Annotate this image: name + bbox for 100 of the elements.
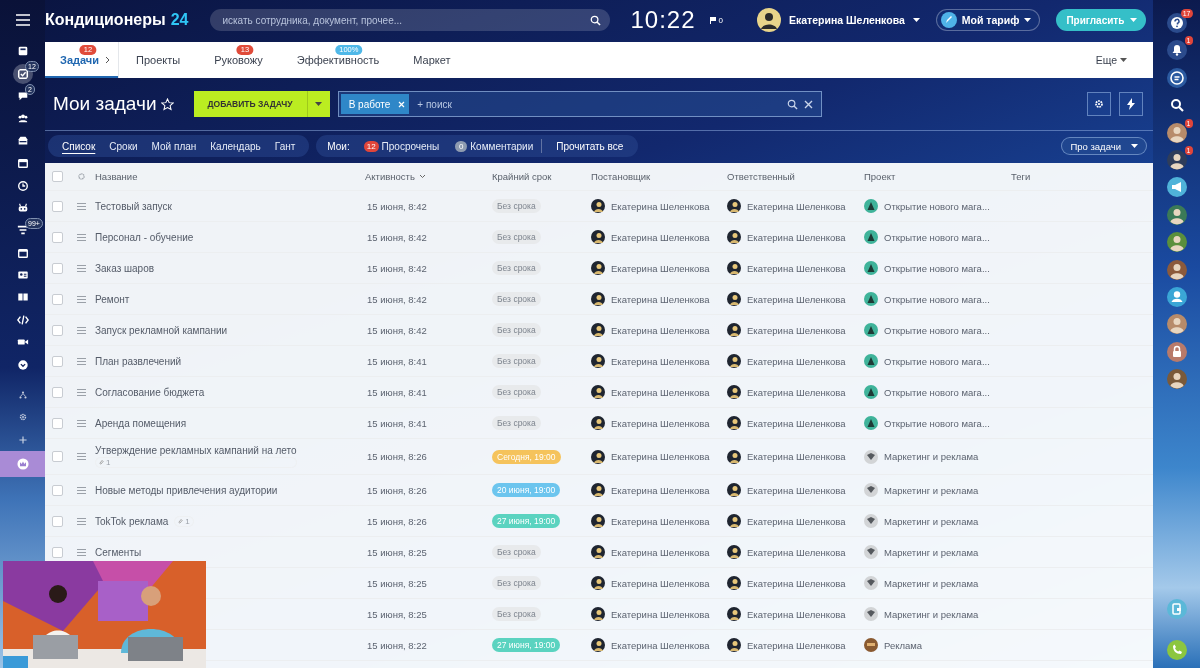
plus-icon[interactable]	[17, 434, 28, 445]
responsible-name[interactable]: Екатерина Шеленкова	[747, 546, 846, 558]
checkbox[interactable]	[52, 324, 63, 336]
task-title[interactable]: Сегменты	[95, 546, 142, 558]
add-task-button[interactable]: ДОБАВИТЬ ЗАДАЧУ	[193, 91, 330, 117]
task-title[interactable]: TokTok реклама	[95, 515, 169, 527]
counter-filter[interactable]: 0 Комментарии	[447, 135, 542, 157]
deadline-badge[interactable]: Без срока	[492, 607, 541, 621]
drag-handle-icon[interactable]	[77, 294, 86, 304]
project-name[interactable]: Маркетинг и реклама	[884, 484, 979, 496]
filter-icon[interactable]	[16, 224, 29, 237]
search-icon[interactable]	[786, 98, 798, 110]
responsible-name[interactable]: Екатерина Шеленкова	[747, 324, 846, 336]
creator-name[interactable]: Екатерина Шеленкова	[611, 324, 710, 336]
creator-name[interactable]: Екатерина Шеленкова	[611, 355, 710, 367]
avatar-icon[interactable]	[756, 8, 781, 32]
project-name[interactable]: Маркетинг и реклама	[884, 451, 979, 462]
checkbox[interactable]	[52, 293, 63, 305]
project-name[interactable]: Открытие нового мага...	[884, 231, 990, 243]
creator-name[interactable]: Екатерина Шеленкова	[611, 546, 710, 558]
responsible-name[interactable]: Екатерина Шеленкова	[747, 231, 846, 243]
checkbox[interactable]	[52, 355, 63, 367]
counter-filter[interactable]: 12 Просрочены	[355, 135, 448, 157]
task-title[interactable]: Запуск рекламной кампании	[95, 324, 228, 336]
task-title[interactable]: Персонал - обучение	[95, 231, 194, 243]
column-header[interactable]: Активность	[365, 171, 415, 182]
creator-name[interactable]: Екатерина Шеленкова	[611, 451, 710, 462]
project-name[interactable]: Открытие нового мага...	[884, 417, 990, 429]
drag-handle-icon[interactable]	[77, 201, 86, 211]
creator-name[interactable]: Екатерина Шеленкова	[611, 293, 710, 305]
project-name[interactable]: Открытие нового мага...	[884, 200, 990, 212]
task-title[interactable]: Заказ шаров	[95, 262, 155, 274]
column-header[interactable]: Проект	[864, 171, 896, 182]
responsible-name[interactable]: Екатерина Шеленкова	[747, 355, 846, 367]
task-title[interactable]: Аренда помещения	[95, 417, 187, 429]
creator-name[interactable]: Екатерина Шеленкова	[611, 608, 710, 620]
checkbox[interactable]	[52, 386, 63, 398]
creator-name[interactable]: Екатерина Шеленкова	[611, 386, 710, 398]
plan-button[interactable]: Мой тариф	[935, 9, 1041, 31]
creator-name[interactable]: Екатерина Шеленкова	[611, 262, 710, 274]
filter-field[interactable]: В работе + поиск	[337, 91, 822, 117]
view-tab[interactable]: Календарь	[203, 135, 268, 157]
creator-name[interactable]: Екатерина Шеленкова	[611, 231, 710, 243]
creator-name[interactable]: Екатерина Шеленкова	[611, 515, 710, 527]
checkbox[interactable]	[52, 231, 63, 243]
drag-handle-icon[interactable]	[77, 387, 86, 397]
project-name[interactable]: Маркетинг и реклама	[884, 577, 979, 589]
checkbox[interactable]	[52, 262, 63, 274]
drag-handle-icon[interactable]	[77, 232, 86, 242]
task-title[interactable]: Согласование бюджета	[95, 386, 205, 398]
deadline-badge[interactable]: Без срока	[492, 230, 541, 244]
creator-name[interactable]: Екатерина Шеленкова	[611, 417, 710, 429]
robot-icon[interactable]	[16, 201, 29, 214]
drag-handle-icon[interactable]	[77, 263, 86, 273]
deadline-badge[interactable]: Без срока	[492, 199, 541, 213]
drag-handle-icon[interactable]	[77, 356, 86, 366]
creator-name[interactable]: Екатерина Шеленкова	[611, 484, 710, 496]
portal-name[interactable]: Кондиционеры	[45, 11, 166, 29]
deadline-badge[interactable]: Без срока	[492, 416, 541, 430]
read-all-link[interactable]: Прочитать все	[541, 139, 632, 153]
view-tab[interactable]: Сроки	[102, 135, 145, 157]
responsible-name[interactable]: Екатерина Шеленкова	[747, 484, 846, 496]
checkbox[interactable]	[52, 515, 63, 527]
more-tab[interactable]: Еще	[1089, 42, 1133, 78]
responsible-name[interactable]: Екатерина Шеленкова	[747, 417, 846, 429]
deadline-badge[interactable]: Без срока	[492, 261, 541, 275]
clock[interactable]: 10:22	[630, 6, 696, 34]
responsible-name[interactable]: Екатерина Шеленкова	[747, 451, 846, 462]
project-name[interactable]: Открытие нового мага...	[884, 293, 990, 305]
drag-handle-icon[interactable]	[77, 418, 86, 428]
column-header[interactable]: Ответственный	[727, 171, 795, 182]
task-title[interactable]: Утверждение рекламных кампаний на лето	[95, 445, 297, 456]
creator-name[interactable]: Екатерина Шеленкова	[611, 639, 710, 651]
project-name[interactable]: Маркетинг и реклама	[884, 546, 979, 558]
checkbox[interactable]	[52, 451, 63, 462]
checkbox[interactable]	[52, 417, 63, 429]
responsible-name[interactable]: Екатерина Шеленкова	[747, 200, 846, 212]
responsible-name[interactable]: Екатерина Шеленкова	[747, 515, 846, 527]
star-icon[interactable]	[160, 97, 174, 111]
sort-icon[interactable]	[418, 174, 426, 179]
project-name[interactable]: Маркетинг и реклама	[884, 608, 979, 620]
deadline-badge[interactable]: Без срока	[492, 545, 541, 559]
checkbox[interactable]	[52, 546, 63, 558]
responsible-name[interactable]: Екатерина Шеленкова	[747, 639, 846, 651]
responsible-name[interactable]: Екатерина Шеленкова	[747, 577, 846, 589]
window-icon[interactable]	[16, 246, 29, 259]
deadline-badge[interactable]: Без срока	[492, 385, 541, 399]
checkbox[interactable]	[52, 484, 63, 496]
crown-icon[interactable]	[16, 458, 29, 471]
settings-button[interactable]	[1087, 92, 1111, 116]
deadline-badge[interactable]: Без срока	[492, 576, 541, 590]
task-title[interactable]: План развлечений	[95, 355, 182, 367]
project-name[interactable]: Открытие нового мага...	[884, 355, 990, 367]
filter-chip[interactable]: В работе	[340, 94, 410, 114]
responsible-name[interactable]: Екатерина Шеленкова	[747, 608, 846, 620]
view-tab[interactable]: Мой план	[144, 135, 204, 157]
close-icon[interactable]	[803, 99, 813, 109]
project-name[interactable]: Реклама	[884, 639, 923, 651]
automation-button[interactable]	[1119, 92, 1143, 116]
task-title[interactable]: Новые методы привлечения аудитории	[95, 484, 278, 496]
